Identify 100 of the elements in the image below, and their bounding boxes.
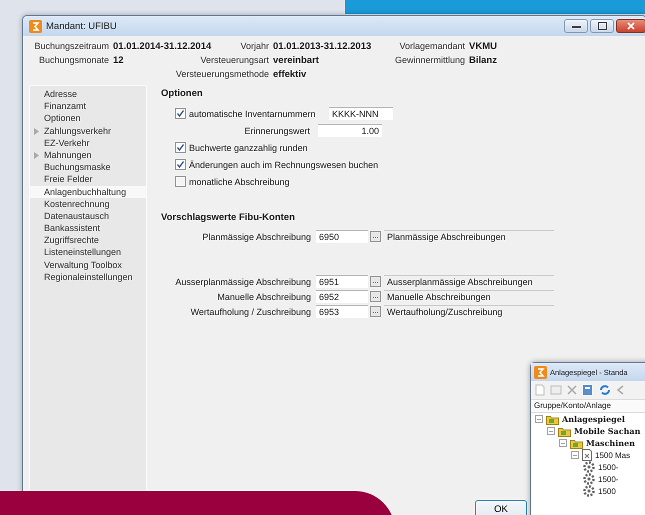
sidebar-item[interactable]: Adresse — [30, 88, 146, 100]
tree-item[interactable]: 1500 Mas — [595, 450, 630, 460]
section-heading: Vorschlagswerte Fibu-Konten — [161, 212, 296, 223]
refresh-icon[interactable] — [599, 384, 611, 396]
summary-label: Vorlagemandant — [399, 41, 465, 52]
account-field[interactable]: 6951 — [316, 275, 368, 288]
tree-item[interactable]: Maschinen — [586, 438, 635, 448]
sidebar-item[interactable]: Buchungsmaske — [30, 161, 146, 174]
field-label: Manuelle Abschreibung — [216, 292, 312, 302]
tree-item[interactable]: 1500 — [598, 486, 616, 496]
summary-value: VKMU — [469, 41, 498, 52]
summary-label: Versteuerungsart — [200, 55, 269, 66]
tree-item[interactable]: Mobile Sachan — [574, 426, 640, 436]
input-field[interactable]: 1.00 — [318, 124, 382, 137]
sidebar-item-label: Verwaltung Toolbox — [44, 260, 122, 270]
sidebar-item[interactable]: Anlagenbuchhaltung — [30, 186, 146, 198]
folder-icon — [570, 438, 583, 448]
close-button[interactable] — [616, 19, 645, 33]
sidebar-item[interactable]: Listeneinstellungen — [30, 246, 146, 259]
sidebar-item-label: Listeneinstellungen — [44, 247, 122, 258]
sidebar-item[interactable]: Freie Felder — [30, 173, 146, 186]
minimize-icon — [572, 24, 580, 28]
summary-value: Bilanz — [469, 55, 498, 66]
sidebar-item-label: Mahnungen — [44, 150, 92, 160]
sidebar-item[interactable]: Regionaleinstellungen — [30, 270, 146, 283]
checkbox-label: automatische Inventarnummern — [189, 108, 317, 118]
checkbox-label: Buchwerte ganzzahlig runden — [189, 142, 309, 152]
account-name-field[interactable]: Ausserplanmässige Abschreibungen — [384, 275, 554, 288]
summary-label: Versteuerungsmethode — [176, 69, 269, 80]
gear-icon — [583, 461, 595, 473]
ok-button[interactable]: OK — [475, 500, 527, 515]
app-logo-icon — [29, 20, 42, 32]
document-icon — [582, 449, 592, 461]
checkbox-label: monatliche Abschreibung — [189, 176, 291, 186]
tree-item[interactable]: 1500- — [598, 474, 618, 484]
checkbox[interactable] — [175, 108, 186, 119]
summary-value: vereinbart — [273, 55, 320, 66]
sidebar-item-label: Kostenrechnung — [44, 198, 110, 209]
account-name-field[interactable]: Planmässige Abschreibungen — [384, 230, 554, 243]
sidebar-item[interactable]: Zugriffsrechte — [30, 234, 146, 246]
tree-item[interactable]: 1500- — [598, 462, 618, 472]
column-header: Gruppe/Konto/Anlage — [531, 400, 645, 413]
summary-label: Buchungsmonate — [38, 55, 109, 66]
app-logo-icon — [534, 366, 547, 378]
account-name-field[interactable]: Manuelle Abschreibungen — [384, 290, 554, 303]
sidebar-item[interactable]: Finanzamt — [30, 100, 146, 112]
edit-icon[interactable] — [550, 385, 562, 395]
sidebar-item[interactable]: Mahnungen — [30, 148, 146, 162]
sidebar-item[interactable]: EZ-Verkehr — [30, 136, 146, 149]
sidebar-item[interactable]: Optionen — [30, 112, 146, 125]
section-heading: Optionen — [161, 88, 204, 99]
sidebar-item-label: Zahlungsverkehr — [44, 126, 112, 136]
account-field[interactable]: 6952 — [316, 290, 368, 303]
checkbox[interactable] — [175, 159, 186, 170]
summary-label: Gewinnermittlung — [394, 55, 465, 66]
summary-value: effektiv — [273, 69, 308, 80]
account-field[interactable]: 6950 — [316, 230, 368, 243]
field-label: Erinnerungswert — [243, 126, 311, 136]
gear-icon — [583, 485, 595, 497]
sidebar-item-label: Finanzamt — [44, 101, 86, 112]
sidebar-item-label: Buchungsmaske — [44, 162, 111, 172]
summary-value: 01.01.2014-31.12.2014 — [113, 41, 212, 52]
sidebar-item-label: Optionen — [44, 113, 81, 124]
folder-icon — [546, 414, 559, 424]
document-icon[interactable] — [582, 384, 594, 396]
summary-label: Buchungszeitraum — [34, 41, 109, 52]
field-label: Planmässige Abschreibung — [201, 232, 312, 242]
close-icon — [627, 22, 635, 30]
expand-arrow-icon[interactable] — [34, 128, 39, 135]
sidebar-item-label: Regionaleinstellungen — [44, 272, 133, 282]
maximize-icon — [598, 22, 606, 30]
sidebar-item-label: Adresse — [44, 89, 78, 99]
delete-icon[interactable] — [567, 385, 577, 395]
account-field[interactable]: 6953 — [316, 305, 368, 318]
sidebar-item[interactable]: Verwaltung Toolbox — [30, 258, 146, 271]
sidebar-item[interactable]: Bankassistent — [30, 222, 146, 234]
gear-icon — [583, 473, 595, 485]
new-document-icon[interactable] — [535, 384, 545, 396]
sidebar-item-label: Freie Felder — [44, 174, 93, 184]
checkbox-label: Änderungen auch im Rechnungswesen buchen — [189, 160, 378, 170]
sidebar-item[interactable]: Kostenrechnung — [30, 198, 146, 210]
input-field[interactable]: KKKK-NNN — [329, 107, 393, 120]
sidebar-item[interactable]: Datenaustausch — [30, 210, 146, 222]
field-label: Wertaufholung / Zuschreibung — [190, 306, 312, 316]
field-label: Ausserplanmässige Abschreibung — [174, 276, 312, 286]
window-title: Mandant: UFIBU — [46, 20, 117, 32]
summary-label: Vorjahr — [240, 41, 269, 52]
maximize-button[interactable] — [590, 19, 614, 33]
expand-arrow-icon[interactable] — [34, 152, 39, 159]
account-name-field[interactable]: Wertaufholung/Zuschreibung — [384, 305, 554, 318]
sidebar-item-label: Anlagenbuchhaltung — [44, 186, 126, 196]
tree-item[interactable]: Anlagespiegel — [562, 414, 625, 424]
sidebar-item-label: EZ-Verkehr — [44, 138, 90, 148]
checkbox[interactable] — [175, 176, 186, 187]
folder-icon — [558, 426, 571, 436]
summary-value: 01.01.2013-31.12.2013 — [273, 41, 372, 52]
minimize-button[interactable] — [564, 19, 588, 33]
checkbox[interactable] — [175, 142, 186, 153]
sidebar-item-label: Bankassistent — [44, 223, 100, 234]
sidebar-item[interactable]: Zahlungsverkehr — [30, 124, 146, 137]
